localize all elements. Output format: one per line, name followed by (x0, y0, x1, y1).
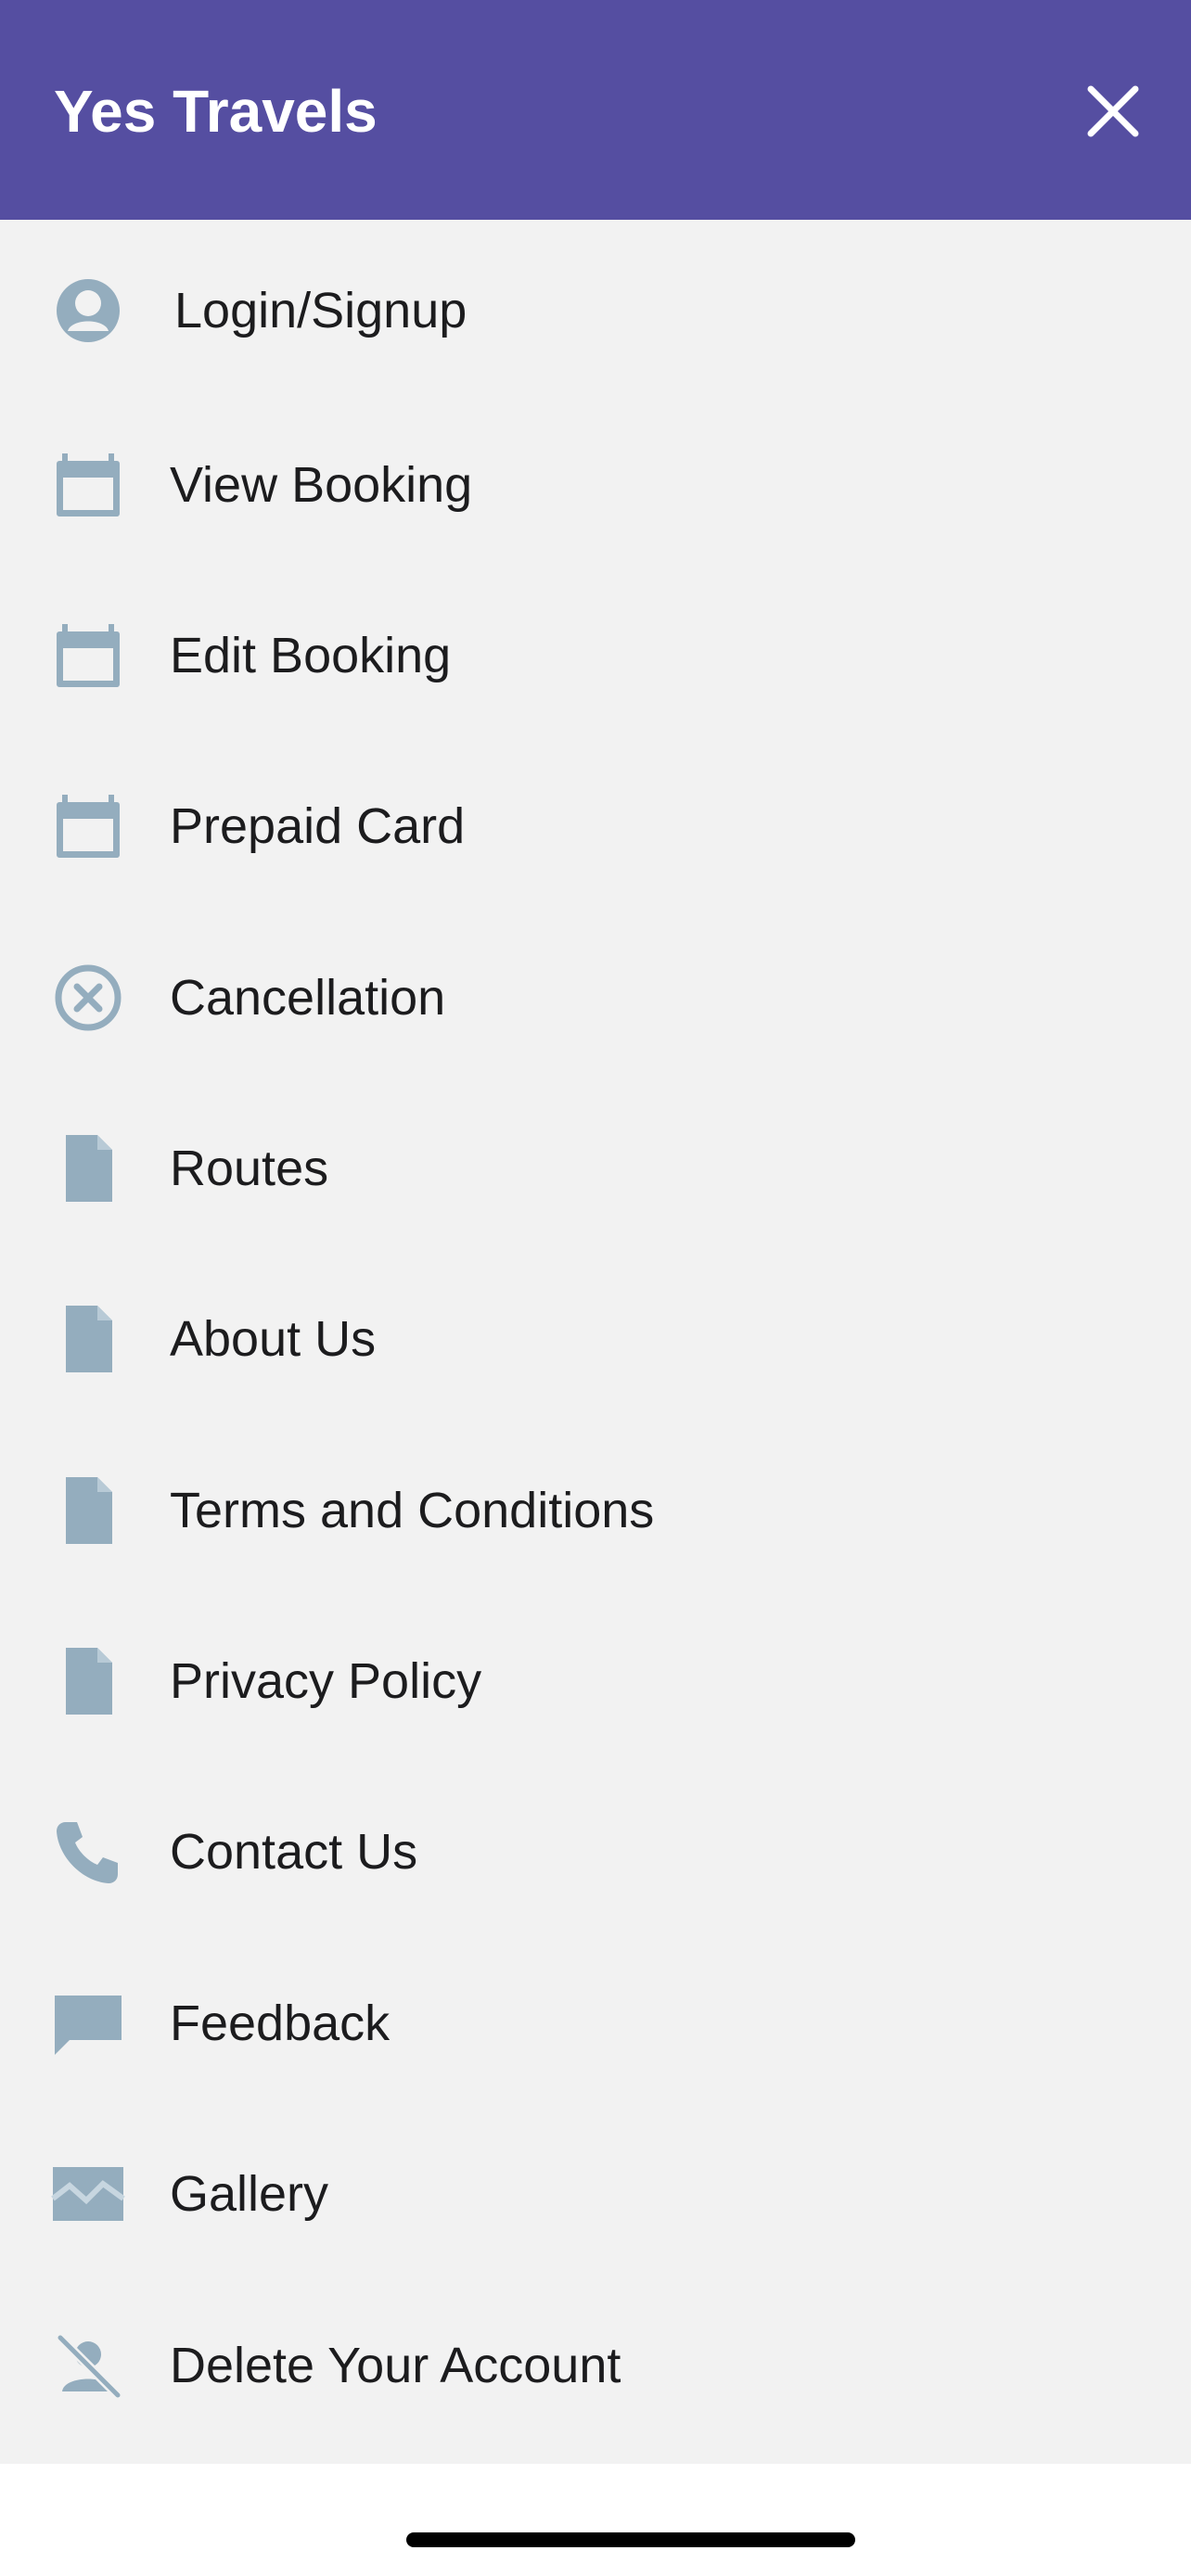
menu-item-label: Delete Your Account (170, 2338, 621, 2393)
menu-item-view-booking[interactable]: View Booking (0, 400, 1191, 570)
document-icon (46, 1127, 130, 1210)
cancel-circle-icon (46, 956, 130, 1039)
menu-item-about-us[interactable]: About Us (0, 1254, 1191, 1424)
menu-item-label: Feedback (170, 1996, 391, 2051)
calendar-icon (46, 443, 130, 527)
home-indicator[interactable] (406, 2532, 855, 2547)
menu-item-label: Login/Signup (174, 283, 467, 338)
menu-item-label: Routes (170, 1141, 329, 1196)
drawer-header: Yes Travels (0, 0, 1191, 220)
user-off-icon (46, 2324, 130, 2407)
menu-item-label: Edit Booking (170, 628, 452, 683)
phone-icon (46, 1810, 130, 1894)
menu-item-label: Cancellation (170, 970, 446, 1026)
menu-item-privacy-policy[interactable]: Privacy Policy (0, 1596, 1191, 1766)
menu-item-cancellation[interactable]: Cancellation (0, 912, 1191, 1083)
drawer-menu: Login/Signup View Booking Edit Booking P… (0, 220, 1191, 2464)
menu-item-terms-and-conditions[interactable]: Terms and Conditions (0, 1425, 1191, 1596)
app-title: Yes Travels (54, 78, 378, 145)
menu-item-label: Terms and Conditions (170, 1483, 655, 1538)
app-screen: Yes Travels Login/Signup View Booking Ed… (0, 0, 1191, 2576)
menu-item-label: Prepaid Card (170, 798, 466, 854)
menu-item-edit-booking[interactable]: Edit Booking (0, 570, 1191, 741)
close-button[interactable] (1076, 74, 1150, 148)
menu-item-routes[interactable]: Routes (0, 1083, 1191, 1254)
menu-item-prepaid-card[interactable]: Prepaid Card (0, 741, 1191, 912)
menu-item-label: View Booking (170, 457, 473, 513)
menu-item-delete-account[interactable]: Delete Your Account (0, 2280, 1191, 2451)
menu-item-label: About Us (170, 1311, 377, 1367)
menu-item-feedback[interactable]: Feedback (0, 1938, 1191, 2109)
menu-item-label: Gallery (170, 2166, 329, 2222)
menu-item-login-signup[interactable]: Login/Signup (0, 225, 1191, 396)
menu-item-label: Privacy Policy (170, 1653, 482, 1709)
user-icon (46, 269, 130, 352)
close-icon (1087, 85, 1139, 137)
calendar-icon (46, 784, 130, 868)
calendar-icon (46, 614, 130, 697)
document-icon (46, 1297, 130, 1381)
menu-item-label: Contact Us (170, 1824, 418, 1880)
document-icon (46, 1469, 130, 1552)
menu-item-contact-us[interactable]: Contact Us (0, 1766, 1191, 1937)
menu-item-gallery[interactable]: Gallery (0, 2109, 1191, 2279)
image-icon (46, 2152, 130, 2236)
chat-bubble-icon (46, 1982, 130, 2065)
document-icon (46, 1639, 130, 1723)
